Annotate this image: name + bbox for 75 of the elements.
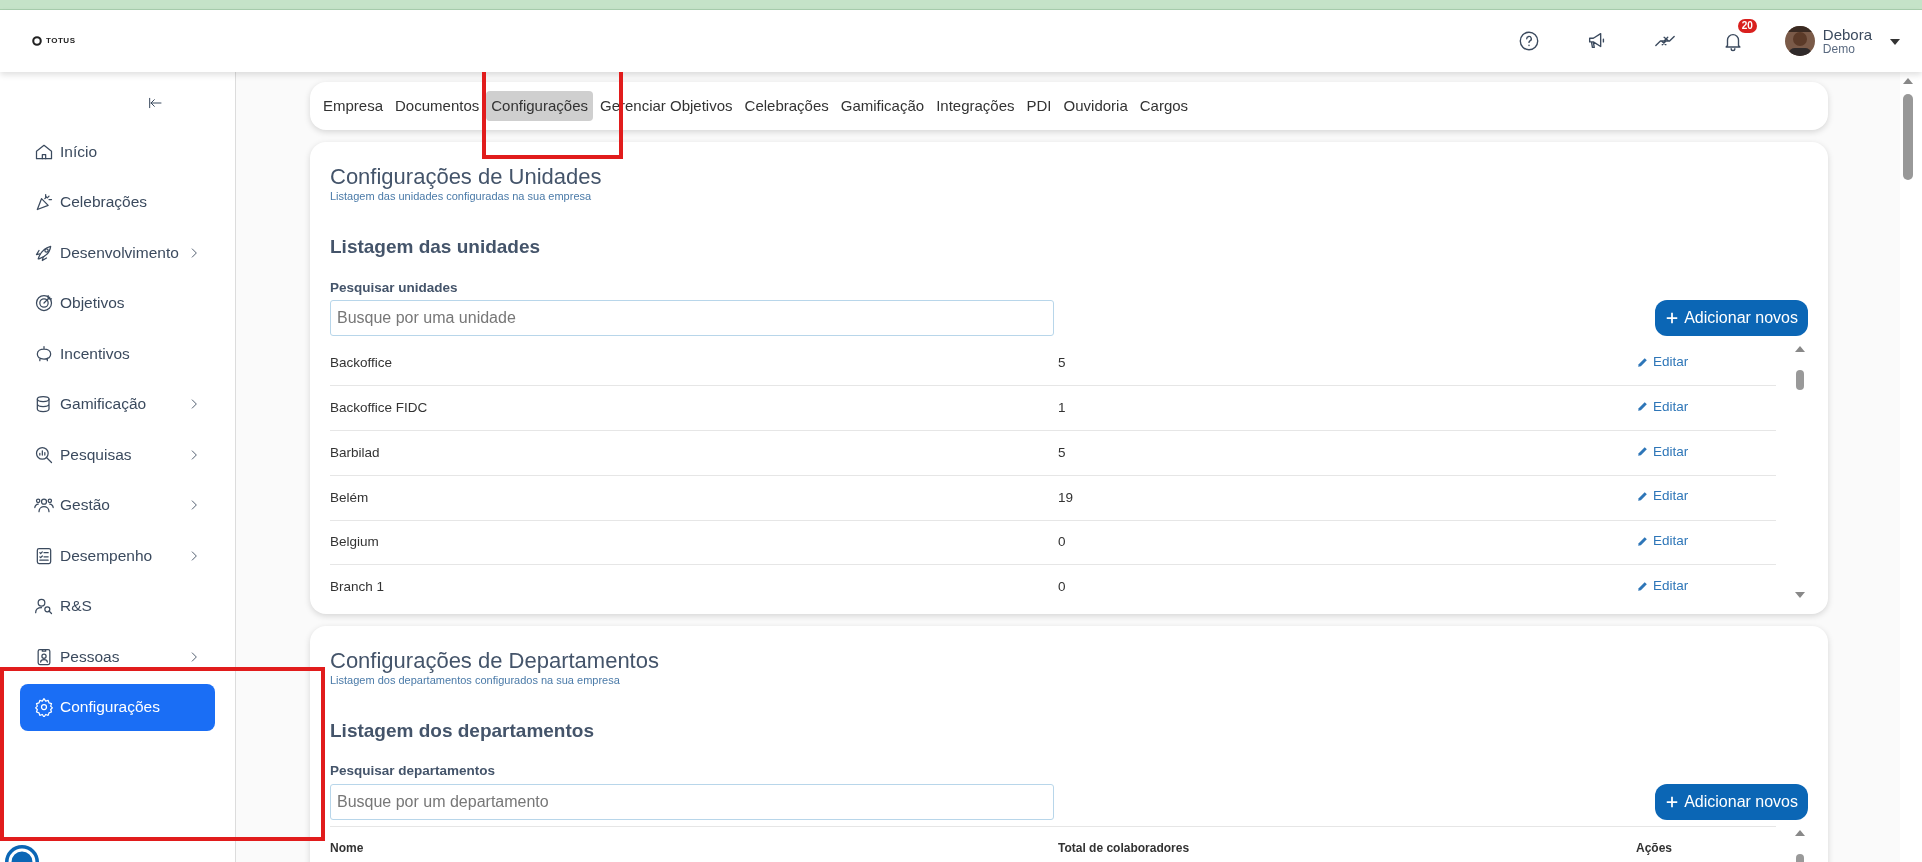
edit-link[interactable]: Editar <box>1636 576 1689 597</box>
sidebar-item[interactable]: Gamificação <box>20 380 215 428</box>
pencil-icon <box>1636 579 1649 593</box>
pencil-icon <box>1636 400 1649 414</box>
user-role: Demo <box>1822 42 1856 56</box>
search-label: Pesquisar unidades <box>330 278 459 297</box>
edit-link[interactable]: Editar <box>1636 352 1689 373</box>
section-title: Configurações de Unidades <box>330 164 603 190</box>
user-name: Debora <box>1822 26 1872 43</box>
tab[interactable]: Ouvidoria <box>1058 90 1133 122</box>
sidebar-item[interactable]: Pesquisas <box>20 431 215 478</box>
tab[interactable]: PDI <box>1021 90 1057 122</box>
sidebar-item[interactable]: Objetivos <box>20 279 215 327</box>
sidebar-item[interactable]: Desempenho <box>20 532 215 579</box>
sidebar-item[interactable]: Incentivos <box>20 330 215 377</box>
sidebar-item[interactable]: Configurações <box>20 683 215 731</box>
plus-icon <box>1665 794 1680 809</box>
magnifier-chart-icon <box>34 444 54 465</box>
pencil-icon <box>1636 534 1649 548</box>
caret-icon <box>1890 38 1900 45</box>
list-title: Listagem das unidades <box>330 235 542 259</box>
sidebar-item[interactable]: Celebrações <box>20 178 215 226</box>
table-cell-text: Belém <box>330 488 370 507</box>
table-cell-text: Backoffice FIDC <box>330 399 429 418</box>
edit-link[interactable]: Editar <box>1636 530 1689 552</box>
tab[interactable]: Integrações <box>931 90 1020 122</box>
edit-link[interactable]: Editar <box>1636 396 1689 418</box>
column-header: Total de colaboradores <box>1058 840 1191 858</box>
table-cell-text: Branch 1 <box>330 578 386 597</box>
user-search-icon <box>34 596 54 616</box>
tab[interactable]: Configurações <box>486 90 593 122</box>
settings-icon <box>34 697 54 717</box>
section-subtitle: Listagem dos departamentos configurados na sua empresa <box>330 673 621 687</box>
party-popper-icon <box>34 192 54 212</box>
sidebar-item[interactable]: Início <box>20 128 215 175</box>
logo-text: TOTUS <box>46 35 76 47</box>
search-field[interactable]: Busque por um departamento <box>330 783 1054 820</box>
table-cell-text: Backoffice <box>330 354 394 373</box>
edit-link[interactable]: Editar <box>1636 441 1689 462</box>
tab[interactable]: Documentos <box>390 90 485 122</box>
column-header: Nome <box>330 840 365 858</box>
checklist-icon <box>34 545 54 566</box>
tab[interactable]: Celebrações <box>739 90 834 122</box>
table-cell-text: 0 <box>1058 533 1067 552</box>
tab[interactable]: Empresa <box>318 90 389 122</box>
table-cell-text: 5 <box>1058 443 1067 462</box>
pencil-icon <box>1636 489 1649 503</box>
section-title: Configurações de Departamentos <box>330 647 660 674</box>
list-title: Listagem dos departamentos <box>330 718 595 743</box>
table-cell-text: Belgium <box>330 533 380 552</box>
pencil-icon <box>1636 445 1649 459</box>
logo-icon <box>32 36 42 46</box>
tab[interactable]: Cargos <box>1134 90 1194 122</box>
table-cell-text: 5 <box>1058 354 1067 373</box>
tab[interactable]: Gamificação <box>835 90 930 122</box>
section-subtitle: Listagem das unidades configuradas na sua empresa <box>330 190 593 203</box>
pencil-icon <box>1636 355 1649 369</box>
target-icon <box>34 293 54 313</box>
column-header: Ações <box>1636 840 1674 858</box>
add-button[interactable]: Adicionar novos <box>1655 299 1808 336</box>
table-cell-text: 19 <box>1058 488 1075 507</box>
search-label: Pesquisar departamentos <box>330 762 497 781</box>
edit-link[interactable]: Editar <box>1636 486 1689 507</box>
add-button[interactable]: Adicionar novos <box>1655 783 1808 820</box>
table-cell-text: Barbilad <box>330 443 381 462</box>
table-cell-text: 0 <box>1058 578 1067 597</box>
search-field[interactable]: Busque por uma unidade <box>330 299 1054 336</box>
plus-icon <box>1665 310 1680 325</box>
help-icon <box>1517 30 1540 52</box>
sidebar-item[interactable]: Pessoas <box>20 633 215 680</box>
sidebar-item[interactable]: Desenvolvimento <box>20 229 215 276</box>
sidebar-item[interactable]: Gestão <box>20 481 215 529</box>
notification-badge: 20 <box>1737 19 1757 33</box>
table-cell-text: 1 <box>1058 399 1067 418</box>
sidebar-item[interactable]: R&S <box>20 582 215 630</box>
